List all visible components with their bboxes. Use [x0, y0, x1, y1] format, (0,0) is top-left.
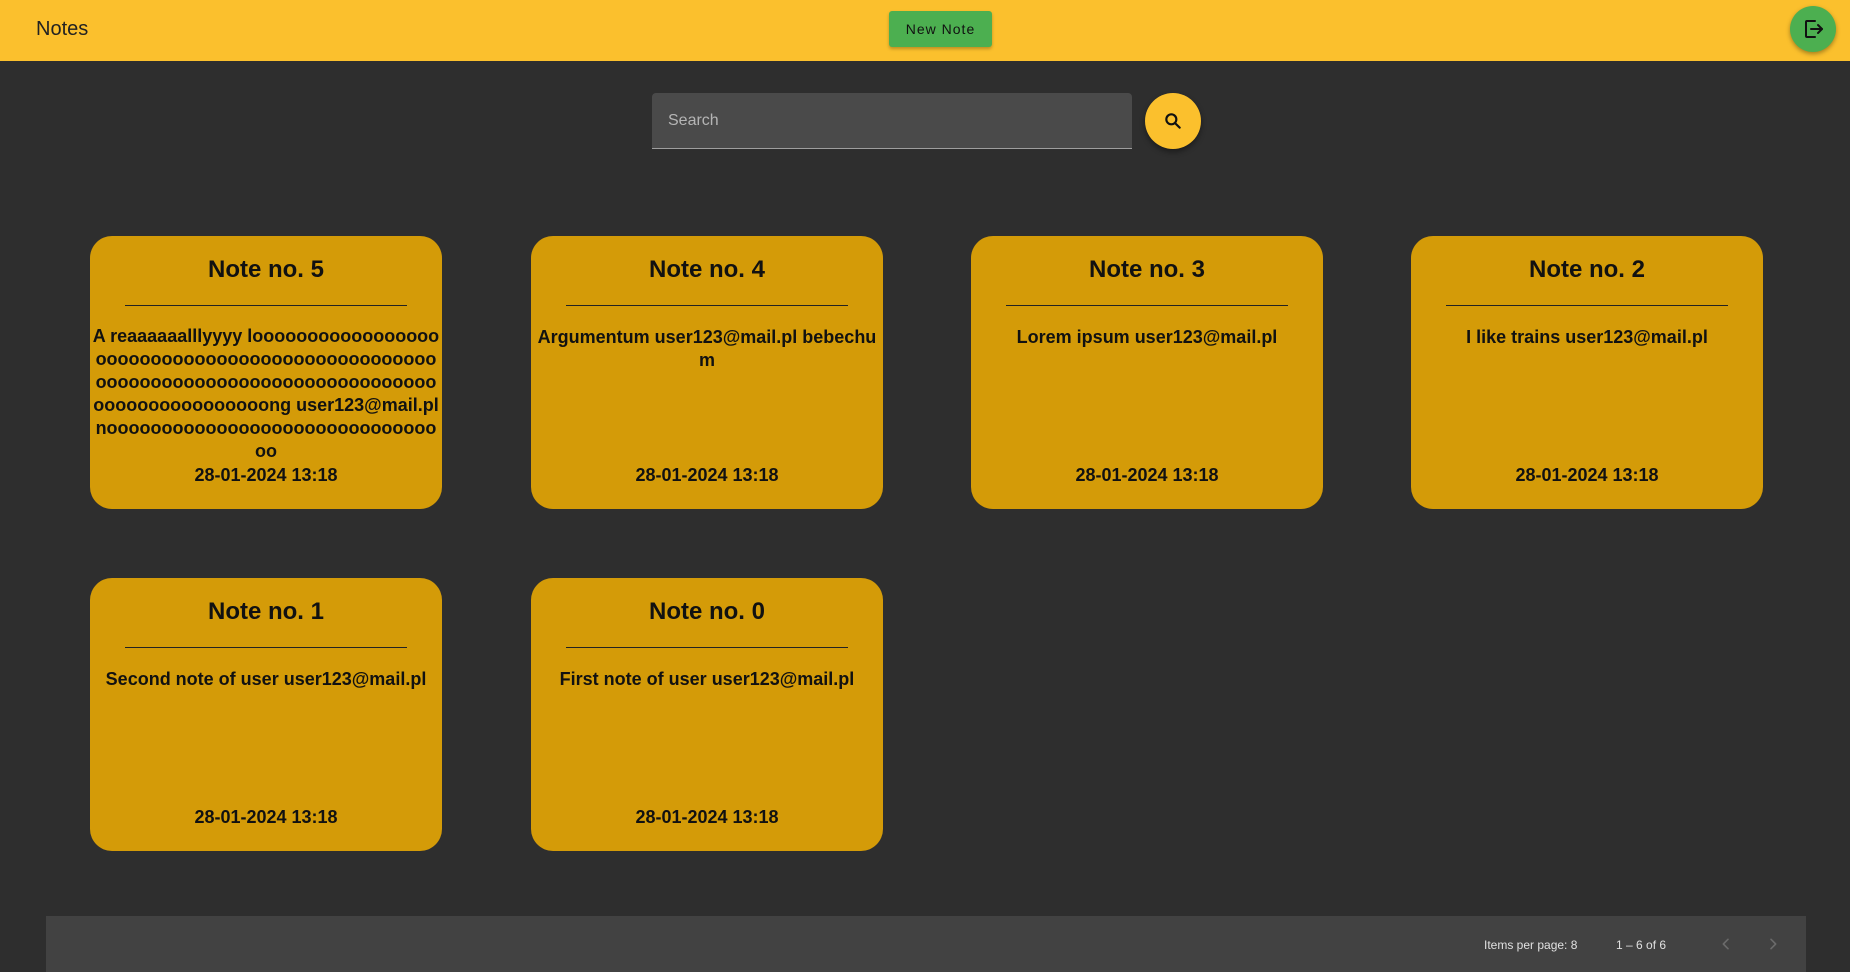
note-title: Note no. 5 — [207, 256, 324, 283]
note-date: 28-01-2024 13:18 — [635, 465, 779, 485]
note-divider — [566, 305, 848, 306]
note-divider — [1006, 305, 1288, 306]
note-title: Note no. 3 — [1088, 256, 1205, 283]
note-card[interactable]: Note no. 1 Second note of user user123@m… — [90, 578, 442, 851]
note-content: I like trains user123@mail.pl — [1466, 327, 1708, 347]
note-divider — [125, 305, 407, 306]
previous-page-button[interactable] — [1710, 928, 1742, 960]
note-date: 28-01-2024 13:18 — [194, 465, 338, 485]
top-toolbar: Notes New Note — [0, 0, 1850, 61]
note-content: Second note of user user123@mail.pl — [105, 669, 427, 689]
note-date: 28-01-2024 13:18 — [635, 807, 779, 827]
search-icon — [1165, 113, 1181, 129]
note-title: Note no. 0 — [648, 598, 765, 625]
note-date: 28-01-2024 13:18 — [194, 807, 338, 827]
note-title: Note no. 2 — [1528, 256, 1645, 283]
search-field[interactable] — [652, 93, 1132, 149]
search-button[interactable] — [1145, 93, 1201, 149]
note-title: Note no. 4 — [648, 256, 765, 283]
note-content: A reaaaaaalllyyyy looooooooooooooooooooo… — [92, 326, 440, 461]
items-per-page-label: Items per page: 8 — [1484, 938, 1578, 952]
chevron-left-icon — [1722, 938, 1729, 950]
note-title: Note no. 1 — [207, 598, 324, 625]
note-divider — [1446, 305, 1728, 306]
note-card[interactable]: Note no. 3 Lorem ipsum user123@mail.pl 2… — [971, 236, 1323, 509]
chevron-right-icon — [1770, 938, 1777, 950]
note-content: Argumentum user123@mail.pl bebechum — [537, 327, 877, 370]
note-divider — [566, 647, 848, 648]
note-date: 28-01-2024 13:18 — [1515, 465, 1659, 485]
logout-button[interactable] — [1790, 6, 1836, 52]
page-range-label: 1 – 6 of 6 — [1616, 938, 1667, 952]
note-card[interactable]: Note no. 2 I like trains user123@mail.pl… — [1411, 236, 1763, 509]
search-input[interactable] — [652, 93, 1132, 148]
next-page-button[interactable] — [1757, 928, 1789, 960]
note-card[interactable]: Note no. 5 A reaaaaaalllyyyy loooooooooo… — [90, 236, 442, 509]
note-content: First note of user user123@mail.pl — [559, 669, 855, 689]
note-content: Lorem ipsum user123@mail.pl — [1016, 327, 1278, 347]
note-card[interactable]: Note no. 4 Argumentum user123@mail.pl be… — [531, 236, 883, 509]
new-note-button[interactable]: New Note — [889, 11, 992, 47]
app-title: Notes — [36, 18, 89, 40]
note-card[interactable]: Note no. 0 First note of user user123@ma… — [531, 578, 883, 851]
note-divider — [125, 647, 407, 648]
paginator: Items per page: 8 1 – 6 of 6 — [46, 916, 1806, 972]
note-date: 28-01-2024 13:18 — [1075, 465, 1219, 485]
logout-icon — [1805, 20, 1823, 38]
